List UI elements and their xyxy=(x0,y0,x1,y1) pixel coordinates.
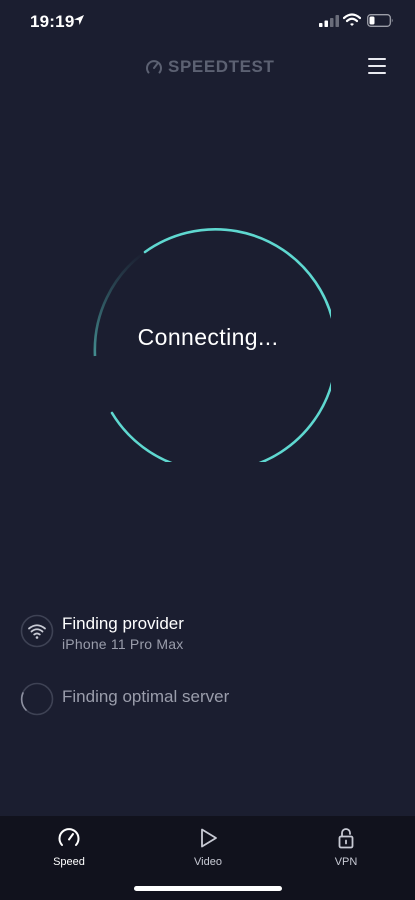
finding-provider-title: Finding provider xyxy=(62,614,184,633)
app-header: SPEEDTEST xyxy=(0,52,415,82)
tab-vpn-label: VPN xyxy=(334,856,358,868)
brand-name: SPEEDTEST xyxy=(168,57,275,76)
brand-logo: SPEEDTEST xyxy=(145,57,274,77)
finding-server-step: Finding optimal server xyxy=(20,680,400,720)
tab-vpn[interactable]: VPN xyxy=(306,826,386,876)
status-bar: 19:19 xyxy=(0,0,415,44)
wifi-status-icon xyxy=(343,13,361,26)
tab-speed[interactable]: Speed xyxy=(29,826,109,876)
speedometer-icon xyxy=(58,828,80,846)
finding-server-title: Finding optimal server xyxy=(62,687,230,706)
hamburger-icon xyxy=(368,58,386,60)
connection-progress-ring: Connecting... xyxy=(85,216,331,462)
finding-provider-step: Finding provider iPhone 11 Pro Max xyxy=(20,612,400,652)
loading-spinner-icon xyxy=(20,682,54,716)
battery-icon xyxy=(367,14,393,27)
menu-button[interactable] xyxy=(368,58,386,74)
tab-speed-label: Speed xyxy=(53,856,85,868)
wifi-icon xyxy=(20,614,54,648)
status-time: 19:19 xyxy=(30,12,75,31)
play-icon xyxy=(201,828,217,848)
device-name: iPhone 11 Pro Max xyxy=(62,636,184,652)
connecting-status-text: Connecting... xyxy=(137,324,279,350)
speedometer-icon xyxy=(146,60,162,74)
tab-video-label: Video xyxy=(194,856,222,868)
location-arrow-icon xyxy=(74,15,84,25)
cellular-signal-icon xyxy=(319,15,339,27)
tab-video[interactable]: Video xyxy=(168,826,248,876)
home-indicator[interactable] xyxy=(134,886,282,891)
lock-icon xyxy=(338,828,354,849)
